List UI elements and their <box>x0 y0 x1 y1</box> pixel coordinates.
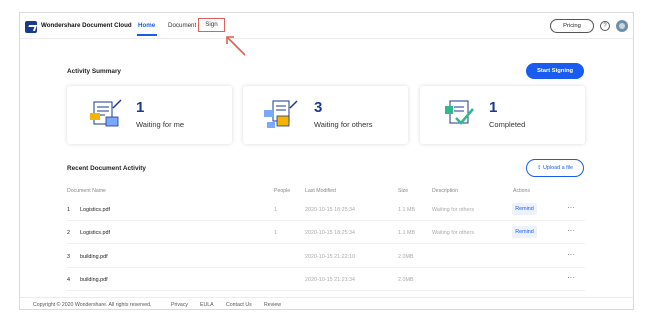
waiting-for-others-card[interactable]: 3 Waiting for others <box>243 86 408 144</box>
table-row[interactable]: 1 Logistics.pdf 1 2020-10-15 18:25:34 1.… <box>67 199 585 221</box>
more-options-icon[interactable]: ··· <box>567 226 575 235</box>
completed-card[interactable]: 1 Completed <box>420 86 585 144</box>
upload-file-label: Upload a file <box>543 165 573 171</box>
table-row[interactable]: 2 Logistics.pdf 1 2020-10-15 18:25:34 1.… <box>67 222 585 244</box>
pricing-button[interactable]: Pricing <box>550 19 594 33</box>
completed-icon <box>445 100 474 125</box>
footer-link-review[interactable]: Review <box>264 302 281 308</box>
waiting-for-me-count: 1 <box>136 99 145 116</box>
more-options-icon[interactable]: ··· <box>567 250 575 259</box>
file-size: 2.0MB <box>398 254 414 260</box>
description: Waiting for others <box>432 207 475 213</box>
avatar[interactable] <box>616 20 628 32</box>
annotation-arrow-icon <box>226 36 246 56</box>
last-modified: 2020-10-15 21:22:10 <box>305 254 356 260</box>
footer-link-eula[interactable]: EULA <box>200 302 214 308</box>
remind-button[interactable]: Remind <box>512 203 537 215</box>
brand-name[interactable]: Wondershare Document Cloud <box>41 22 132 29</box>
row-index: 1 <box>67 207 70 213</box>
row-index: 2 <box>67 230 70 236</box>
column-header-document-name[interactable]: Document Name <box>67 188 106 194</box>
people-count: 1 <box>274 230 277 236</box>
copyright-text: Copyright © 2020 Wondershare. All rights… <box>33 302 152 308</box>
nav-home[interactable]: Home <box>138 22 155 29</box>
start-signing-button[interactable]: Start Signing <box>526 63 584 79</box>
column-header-description[interactable]: Description <box>432 188 458 194</box>
activity-summary-title: Activity Summary <box>67 68 121 75</box>
file-size: 1.1 MB <box>398 207 416 213</box>
remind-button[interactable]: Remind <box>512 226 537 238</box>
description: Waiting for others <box>432 230 475 236</box>
file-size: 2.0MB <box>398 277 414 283</box>
waiting-for-others-icon <box>264 100 298 128</box>
waiting-for-others-count: 3 <box>314 99 323 116</box>
upload-file-button[interactable]: ⇪ Upload a file <box>526 159 584 177</box>
active-tab-indicator <box>137 34 157 36</box>
completed-count: 1 <box>489 99 498 116</box>
footer-link-privacy[interactable]: Privacy <box>171 302 188 308</box>
more-options-icon[interactable]: ··· <box>567 203 575 212</box>
people-count: 1 <box>274 207 277 213</box>
help-icon[interactable]: ? <box>600 21 610 31</box>
completed-label: Completed <box>489 120 526 129</box>
column-header-people[interactable]: People <box>274 188 290 194</box>
recent-activity-title: Recent Document Activity <box>67 165 146 172</box>
document-name[interactable]: Logistics.pdf <box>80 207 110 213</box>
nav-document[interactable]: Document <box>168 22 196 29</box>
column-header-last-modified[interactable]: Last Modified <box>305 188 336 194</box>
file-size: 1.1 MB <box>398 230 416 236</box>
wondershare-logo-icon[interactable] <box>25 21 37 33</box>
top-navigation: Wondershare Document Cloud Home Document… <box>20 13 633 39</box>
document-name[interactable]: building.pdf <box>80 277 108 283</box>
last-modified: 2020-10-15 18:25:34 <box>305 207 356 213</box>
footer-link-contact[interactable]: Contact Us <box>226 302 252 308</box>
row-index: 4 <box>67 277 70 283</box>
row-index: 3 <box>67 254 70 260</box>
waiting-for-me-icon <box>90 99 122 127</box>
waiting-for-me-label: Waiting for me <box>136 120 185 129</box>
column-header-size[interactable]: Size <box>398 188 408 194</box>
app-window: Wondershare Document Cloud Home Document… <box>19 12 634 310</box>
waiting-for-others-label: Waiting for others <box>314 120 373 129</box>
document-name[interactable]: Logistics.pdf <box>80 230 110 236</box>
column-header-actions[interactable]: Actions <box>513 188 530 194</box>
document-name[interactable]: building.pdf <box>80 254 108 260</box>
more-options-icon[interactable]: ··· <box>567 273 575 282</box>
table-row[interactable]: 4 building.pdf 2020-10-15 21:21:34 2.0MB… <box>67 269 585 291</box>
waiting-for-me-card[interactable]: 1 Waiting for me <box>67 86 232 144</box>
last-modified: 2020-10-15 21:21:34 <box>305 277 356 283</box>
last-modified: 2020-10-15 18:25:34 <box>305 230 356 236</box>
footer: Copyright © 2020 Wondershare. All rights… <box>20 297 633 311</box>
table-row[interactable]: 3 building.pdf 2020-10-15 21:22:10 2.0MB… <box>67 246 585 268</box>
nav-sign[interactable]: Sign <box>198 18 225 32</box>
